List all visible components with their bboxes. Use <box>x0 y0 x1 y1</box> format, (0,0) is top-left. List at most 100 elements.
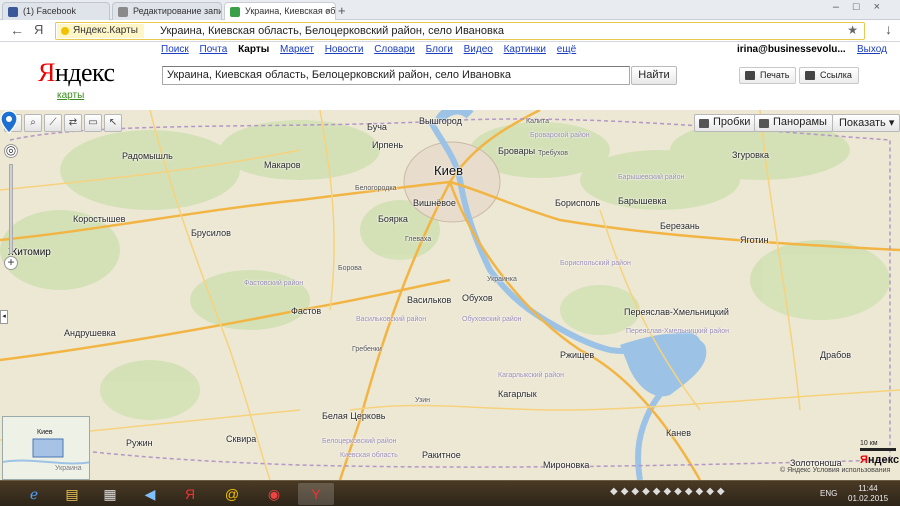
traffic-button[interactable]: Пробки <box>694 114 757 132</box>
magnifier-icon[interactable]: ⌕ <box>24 114 42 132</box>
city-label[interactable]: Коростышев <box>73 214 125 224</box>
route-icon[interactable]: ⇄ <box>64 114 82 132</box>
city-label[interactable]: Ирпень <box>372 140 403 150</box>
city-label[interactable]: Яготин <box>740 235 769 245</box>
village-label[interactable]: Глеваха <box>405 236 431 243</box>
village-label[interactable]: Белогородка <box>355 185 396 192</box>
user-account[interactable]: irina@businessevolu... <box>737 44 846 55</box>
service-link-dictionaries[interactable]: Словари <box>374 44 415 55</box>
comment-icon[interactable]: ▭ <box>84 114 102 132</box>
panoramas-button[interactable]: Панорамы <box>754 114 833 132</box>
village-label[interactable]: Борова <box>338 265 362 272</box>
new-tab-button[interactable]: + <box>338 3 346 18</box>
logout-link[interactable]: Выход <box>857 44 887 55</box>
city-label[interactable]: Драбов <box>820 350 851 360</box>
tab-facebook[interactable]: (1) Facebook <box>2 2 110 20</box>
service-link-search[interactable]: Поиск <box>161 44 189 55</box>
yandex-button[interactable]: Я <box>34 22 43 37</box>
copyright-text[interactable]: © Яндекс Условия использования <box>780 467 890 474</box>
service-link-video[interactable]: Видео <box>464 44 493 55</box>
city-label[interactable]: Андрушевка <box>64 328 116 338</box>
browser-tab-bar: (1) Facebook Редактирование запи Украина… <box>0 0 900 20</box>
ie-icon[interactable]: ℯ <box>16 483 52 505</box>
find-button[interactable]: Найти <box>631 66 677 85</box>
yandex-icon[interactable]: Y <box>298 483 334 505</box>
service-link-blogs[interactable]: Блоги <box>426 44 453 55</box>
city-label[interactable]: Радомышль <box>122 151 173 161</box>
zoom-slider[interactable] <box>9 164 13 254</box>
back-button[interactable]: ← <box>10 22 24 38</box>
city-label[interactable]: Барышевка <box>618 196 667 206</box>
city-label[interactable]: Макаров <box>264 160 301 170</box>
city-label[interactable]: Ржищев <box>560 350 594 360</box>
location-pin-icon[interactable] <box>0 110 18 134</box>
ruler-icon[interactable]: ⟋ <box>44 114 62 132</box>
city-label[interactable]: Згуровка <box>732 150 769 160</box>
zoom-in-button[interactable]: + <box>4 256 18 270</box>
city-label[interactable]: Фастов <box>291 306 321 316</box>
show-layers-button[interactable]: Показать ▾ <box>832 114 900 132</box>
city-label[interactable]: Белая Церковь <box>322 411 385 421</box>
service-link-market[interactable]: Маркет <box>280 44 314 55</box>
map-search-input[interactable]: Украина, Киевская область, Белоцерковски… <box>162 66 630 85</box>
system-tray[interactable]: ◆◆◆◆◆◆◆◆◆◆◆ <box>610 486 728 497</box>
print-button[interactable]: Печать <box>739 67 797 84</box>
yandex-map-logo[interactable]: Яндекс <box>860 454 899 466</box>
services-nav: Поиск Почта Карты Маркет Новости Словари… <box>161 44 584 55</box>
tab-edit[interactable]: Редактирование запи <box>112 2 222 20</box>
pointer-icon[interactable]: ↖ <box>104 114 122 132</box>
city-label[interactable]: Боярка <box>378 214 408 224</box>
yandex-browser-icon[interactable]: Я <box>172 483 208 505</box>
yandex-logo[interactable]: Яндекс <box>38 58 115 88</box>
city-label[interactable]: Мироновка <box>543 460 589 470</box>
mail-icon[interactable]: @ <box>214 483 250 505</box>
document-icon <box>118 7 128 17</box>
site-chip[interactable]: Яндекс.Карты <box>57 24 144 38</box>
close-tab-icon[interactable]: × <box>326 6 331 16</box>
url-field[interactable]: Яндекс.Карты Украина, Киевская область, … <box>55 22 865 40</box>
village-label[interactable]: Калита <box>526 118 549 125</box>
city-label[interactable]: Вишнёвое <box>413 198 456 208</box>
city-label[interactable]: Ружин <box>126 438 153 448</box>
city-label[interactable]: Борисполь <box>555 198 600 208</box>
city-label[interactable]: Кагарлык <box>498 389 537 399</box>
service-link-more[interactable]: ещё <box>557 44 576 55</box>
tab-title: Украина, Киевская об <box>245 6 336 16</box>
minimap[interactable]: Киев Украина <box>2 416 90 480</box>
tab-yandex-maps[interactable]: Украина, Киевская об × <box>224 2 336 20</box>
map-canvas[interactable]: Буча Вышгород Ирпень Киев Бровары Вишнёв… <box>0 110 900 480</box>
language-indicator[interactable]: ENG <box>820 489 837 498</box>
city-label-kyiv[interactable]: Киев <box>434 163 463 178</box>
city-label[interactable]: Обухов <box>462 293 493 303</box>
service-link-mail[interactable]: Почта <box>200 44 228 55</box>
chrome-icon[interactable]: ◉ <box>256 483 292 505</box>
collapse-arrow-icon[interactable]: ◂ <box>0 310 8 324</box>
village-label[interactable]: Узин <box>415 397 430 404</box>
city-label[interactable]: Канев <box>666 428 691 438</box>
city-label[interactable]: Буча <box>367 122 387 132</box>
service-link-images[interactable]: Картинки <box>504 44 546 55</box>
volume-icon[interactable]: ◀ <box>132 483 168 505</box>
city-label[interactable]: Переяслав-Хмельницкий <box>624 307 729 317</box>
city-label[interactable]: Брусилов <box>191 228 231 238</box>
city-label[interactable]: Вышгород <box>419 116 462 126</box>
village-label[interactable]: Украинка <box>487 276 517 283</box>
window-buttons[interactable]: –□× <box>833 1 894 13</box>
city-label[interactable]: Васильков <box>407 295 451 305</box>
calculator-icon[interactable]: ▦ <box>92 483 128 505</box>
bookmark-star-icon[interactable]: ★ <box>847 23 858 37</box>
city-label[interactable]: Сквира <box>226 434 256 444</box>
download-icon[interactable]: ↓ <box>885 21 892 37</box>
village-label[interactable]: Требухов <box>538 150 568 157</box>
city-label[interactable]: Бровары <box>498 146 535 156</box>
maps-service-link[interactable]: карты <box>57 90 84 101</box>
explorer-icon[interactable]: ▤ <box>54 483 90 505</box>
service-link-news[interactable]: Новости <box>325 44 364 55</box>
link-button[interactable]: Ссылка <box>799 67 859 84</box>
city-label[interactable]: Березань <box>660 221 700 231</box>
clock[interactable]: 11:44 01.02.2015 <box>848 484 888 504</box>
compass-icon[interactable]: ◎ <box>4 144 18 158</box>
url-text[interactable]: Украина, Киевская область, Белоцерковски… <box>160 25 504 37</box>
city-label[interactable]: Ракитное <box>422 450 461 460</box>
village-label[interactable]: Гребенки <box>352 346 382 353</box>
